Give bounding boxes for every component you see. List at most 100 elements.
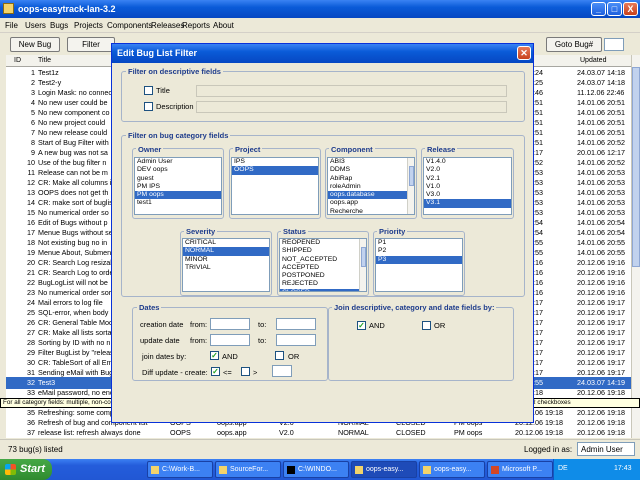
start-button[interactable]: Start bbox=[0, 459, 52, 480]
menu-file[interactable]: File bbox=[5, 21, 18, 30]
diff-input[interactable] bbox=[272, 365, 292, 377]
severity-list[interactable]: CRITICAL NORMAL MINOR TRIVIAL bbox=[182, 238, 270, 292]
status-list-item[interactable]: REJECTED bbox=[280, 280, 366, 288]
language-indicator[interactable]: DE bbox=[558, 465, 568, 472]
cell-owner: OOPS bbox=[170, 428, 191, 437]
priority-list-item[interactable]: P2 bbox=[376, 247, 462, 255]
menu-components[interactable]: Components bbox=[107, 21, 152, 30]
owner-list[interactable]: Admin User DEV oops guest PM IPS PM oops test… bbox=[134, 157, 222, 215]
bug-count: 73 bug(s) listed bbox=[8, 445, 63, 454]
priority-list[interactable]: P1 P2 P3 bbox=[375, 238, 463, 292]
task-powerpoint[interactable]: Microsoft P... bbox=[487, 461, 553, 478]
task-oops-2[interactable]: oops-easy... bbox=[419, 461, 485, 478]
status-list[interactable]: REOPENED SHIPPED NOT_ACCEPTED ACCEPTED POSTP… bbox=[279, 238, 367, 292]
component-list-item[interactable]: ABI3 bbox=[328, 158, 414, 166]
dialog-close-button[interactable]: ✕ bbox=[517, 46, 531, 60]
severity-list-item[interactable]: TRIVIAL bbox=[183, 264, 269, 272]
owner-list-item[interactable]: Admin User bbox=[135, 158, 221, 166]
new-bug-button[interactable]: New Bug bbox=[10, 37, 60, 52]
cell-severity: NORMAL bbox=[338, 428, 369, 437]
maximize-button[interactable]: □ bbox=[607, 2, 622, 16]
menu-releases[interactable]: Releases bbox=[151, 21, 184, 30]
component-list[interactable]: ABI3 DDMS AbiRap roleAdmin oops.database oops… bbox=[327, 157, 415, 215]
owner-list-item[interactable]: DEV oops bbox=[135, 166, 221, 174]
project-list-item[interactable]: IPS bbox=[232, 158, 318, 166]
status-list-item[interactable]: REOPENED bbox=[280, 239, 366, 247]
table-scrollbar[interactable] bbox=[631, 55, 640, 438]
release-list-item[interactable]: V1.4.0 bbox=[424, 158, 511, 166]
status-list-item[interactable]: POSTPONED bbox=[280, 272, 366, 280]
task-label: C:\Work-B... bbox=[162, 466, 200, 473]
priority-list-item[interactable]: P3 bbox=[376, 255, 462, 264]
user-select[interactable]: Admin User bbox=[577, 442, 635, 456]
release-list-item[interactable]: V2.0 bbox=[424, 166, 511, 174]
task-cmd[interactable]: C:\WINDO... bbox=[283, 461, 349, 478]
dates-and-checkbox[interactable]: ✓ bbox=[210, 351, 219, 360]
col-id[interactable]: ID bbox=[14, 57, 21, 64]
diff-gt-checkbox[interactable] bbox=[241, 367, 250, 376]
join-or-checkbox[interactable] bbox=[422, 321, 431, 330]
col-title[interactable]: Title bbox=[38, 57, 51, 64]
task-oops-1[interactable]: oops-easy... bbox=[351, 461, 417, 478]
owner-list-item[interactable]: guest bbox=[135, 175, 221, 183]
owner-list-item[interactable]: test1 bbox=[135, 199, 221, 207]
status-list-item[interactable]: ACCEPTED bbox=[280, 264, 366, 272]
table-row[interactable]: 37 release list: refresh always done OOPS o… bbox=[6, 427, 631, 438]
severity-list-item[interactable]: MINOR bbox=[183, 256, 269, 264]
component-list-item[interactable]: oops.app bbox=[328, 199, 414, 207]
severity-list-item[interactable]: CRITICAL bbox=[183, 239, 269, 247]
goto-bug-input[interactable] bbox=[604, 38, 624, 51]
component-list-item[interactable]: roleAdmin bbox=[328, 183, 414, 191]
menu-projects[interactable]: Projects bbox=[74, 21, 103, 30]
status-scrollbar[interactable] bbox=[359, 239, 366, 291]
join-and-checkbox[interactable]: ✓ bbox=[357, 321, 366, 330]
menu-reports[interactable]: Reports bbox=[182, 21, 210, 30]
status-list-item[interactable]: CLOSED bbox=[280, 288, 366, 291]
diff-label: Diff update - create: bbox=[142, 368, 208, 377]
release-list-item[interactable]: V3.0 bbox=[424, 191, 511, 199]
project-list-item[interactable]: OOPS bbox=[232, 166, 318, 175]
cell-by: PM oops bbox=[454, 428, 483, 437]
status-list-item[interactable]: NOT_ACCEPTED bbox=[280, 256, 366, 264]
menu-bugs[interactable]: Bugs bbox=[50, 21, 68, 30]
release-list-item[interactable]: V3.1 bbox=[424, 199, 511, 208]
minimize-button[interactable]: _ bbox=[591, 2, 606, 16]
creation-to-input[interactable] bbox=[276, 318, 316, 330]
severity-list-item[interactable]: NORMAL bbox=[183, 247, 269, 256]
component-scroll-thumb[interactable] bbox=[409, 166, 414, 186]
status-list-item[interactable]: SHIPPED bbox=[280, 247, 366, 255]
release-list-item[interactable]: V2.1 bbox=[424, 175, 511, 183]
update-from-input[interactable] bbox=[210, 334, 250, 346]
menu-users[interactable]: Users bbox=[25, 21, 46, 30]
filter-button[interactable]: Filter bbox=[67, 37, 115, 52]
col-updated[interactable]: Updated bbox=[580, 57, 606, 64]
description-field[interactable] bbox=[196, 101, 507, 113]
component-list-item[interactable]: Recherche bbox=[328, 208, 414, 214]
priority-list-item[interactable]: P1 bbox=[376, 239, 462, 247]
component-list-item[interactable]: oops.database bbox=[328, 191, 414, 200]
component-list-item[interactable]: AbiRap bbox=[328, 175, 414, 183]
update-to-input[interactable] bbox=[276, 334, 316, 346]
project-list[interactable]: IPS OOPS bbox=[231, 157, 319, 215]
title-field[interactable] bbox=[196, 85, 507, 97]
scroll-thumb[interactable] bbox=[632, 67, 640, 267]
release-list[interactable]: V1.4.0 V2.0 V2.1 V1.0 V3.0 V3.1 bbox=[423, 157, 512, 215]
dates-or-checkbox[interactable] bbox=[275, 351, 284, 360]
status-scroll-thumb[interactable] bbox=[361, 247, 366, 267]
component-scrollbar[interactable] bbox=[407, 158, 414, 214]
close-button[interactable]: X bbox=[623, 2, 638, 16]
owner-list-item[interactable]: PM IPS bbox=[135, 183, 221, 191]
task-sourceforge[interactable]: SourceFor... bbox=[215, 461, 281, 478]
description-checkbox[interactable] bbox=[144, 102, 153, 111]
creation-from-input[interactable] bbox=[210, 318, 250, 330]
task-label: oops-easy... bbox=[366, 466, 404, 473]
goto-bug-button[interactable]: Goto Bug# bbox=[546, 37, 602, 52]
descriptive-group-label: Filter on descriptive fields bbox=[126, 67, 223, 76]
title-checkbox[interactable] bbox=[144, 86, 153, 95]
diff-le-checkbox[interactable]: ✓ bbox=[211, 367, 220, 376]
component-list-item[interactable]: DDMS bbox=[328, 166, 414, 174]
menu-about[interactable]: About bbox=[213, 21, 234, 30]
owner-list-item[interactable]: PM oops bbox=[135, 191, 221, 200]
release-list-item[interactable]: V1.0 bbox=[424, 183, 511, 191]
task-work-folder[interactable]: C:\Work-B... bbox=[147, 461, 213, 478]
